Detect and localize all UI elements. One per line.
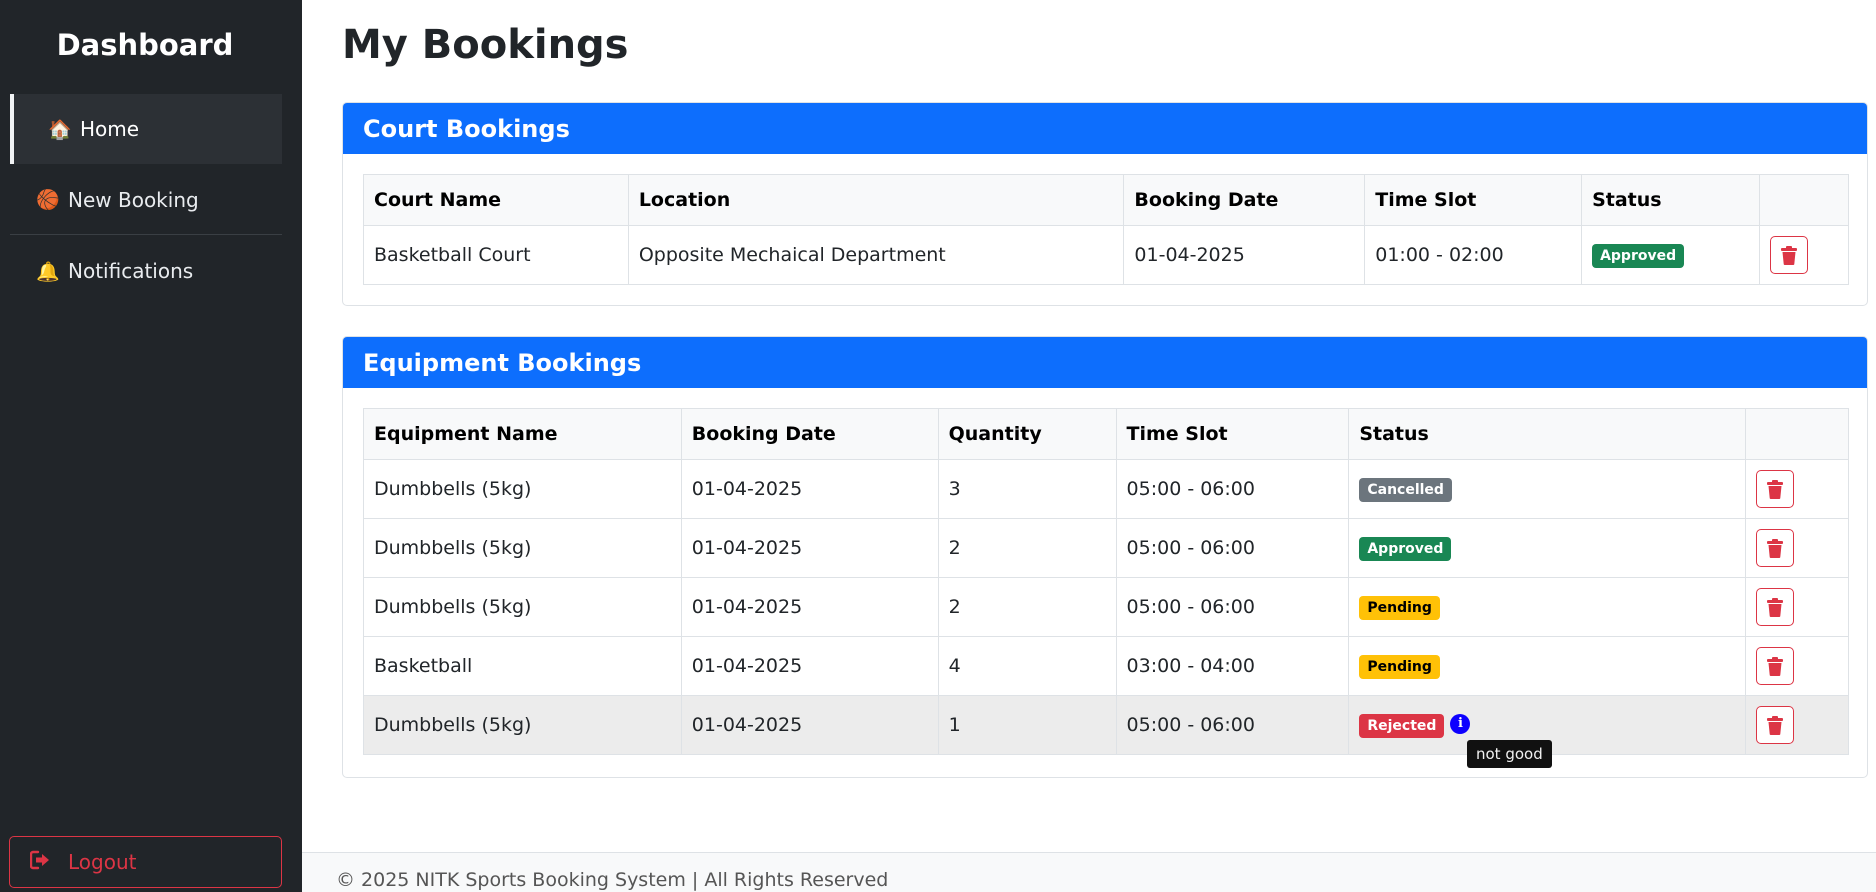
sign-out-icon — [29, 850, 56, 875]
basketball-icon: 🏀 — [36, 189, 60, 211]
status-badge: Cancelled — [1359, 477, 1452, 502]
status-badge: Approved — [1592, 243, 1685, 268]
booking-date-cell: 01-04-2025 — [680, 695, 939, 755]
table-row: Dumbbells (5kg) 01-04-2025 2 05:00 - 06:… — [363, 577, 1849, 637]
delete-button[interactable] — [1770, 236, 1808, 274]
sidebar-item-label: Notifications — [68, 259, 194, 283]
table-header-row: Equipment Name Booking Date Quantity Tim… — [363, 408, 1849, 460]
quantity-cell: 1 — [937, 695, 1117, 755]
equipment-name-cell: Dumbbells (5kg) — [363, 459, 682, 519]
column-header: Status — [1348, 408, 1747, 460]
booking-date-cell: 01-04-2025 — [680, 518, 939, 578]
footer: © 2025 NITK Sports Booking System | All … — [302, 852, 1876, 892]
location-cell: Opposite Mechaical Department — [627, 225, 1125, 285]
quantity-cell: 2 — [937, 577, 1117, 637]
equipment-bookings-card: Equipment Bookings Equipment Name Bookin… — [342, 336, 1868, 778]
trash-icon — [1767, 715, 1784, 735]
delete-button[interactable] — [1756, 588, 1795, 626]
sidebar-item-home[interactable]: 🏠 Home — [10, 94, 282, 164]
trash-icon — [1767, 597, 1784, 617]
logout-label: Logout — [68, 850, 137, 874]
column-header-actions — [1745, 408, 1849, 460]
actions-cell — [1745, 695, 1849, 755]
sidebar: Dashboard 🏠 Home 🏀 New Booking 🔔 Notific… — [0, 0, 302, 892]
status-badge: Approved — [1359, 536, 1452, 561]
column-header: Booking Date — [1123, 174, 1366, 226]
sidebar-title: Dashboard — [56, 28, 234, 62]
trash-icon — [1767, 656, 1784, 676]
court-bookings-header: Court Bookings — [343, 103, 1867, 154]
time-slot-cell: 03:00 - 04:00 — [1115, 636, 1350, 696]
quantity-cell: 2 — [937, 518, 1117, 578]
sidebar-item-notifications[interactable]: 🔔 Notifications — [10, 236, 282, 306]
house-icon: 🏠 — [48, 118, 72, 141]
actions-cell — [1745, 577, 1849, 637]
main-content: My Bookings Court Bookings Court Name Lo… — [302, 0, 1876, 892]
footer-text: © 2025 NITK Sports Booking System | All … — [336, 869, 889, 891]
column-header: Time Slot — [1115, 408, 1350, 460]
status-badge: Rejected — [1359, 713, 1445, 738]
equipment-name-cell: Dumbbells (5kg) — [363, 695, 682, 755]
trash-icon — [1767, 479, 1784, 499]
actions-cell — [1759, 225, 1849, 285]
column-header: Time Slot — [1364, 174, 1583, 226]
equipment-bookings-table: Equipment Name Booking Date Quantity Tim… — [363, 408, 1849, 755]
status-cell: Approved — [1581, 225, 1760, 285]
column-header: Quantity — [937, 408, 1117, 460]
table-header-row: Court Name Location Booking Date Time Sl… — [363, 174, 1849, 226]
booking-date-cell: 01-04-2025 — [680, 636, 939, 696]
actions-cell — [1745, 518, 1849, 578]
booking-date-cell: 01-04-2025 — [680, 459, 939, 519]
booking-date-cell: 01-04-2025 — [680, 577, 939, 637]
status-cell: Pending — [1348, 577, 1747, 637]
bell-icon: 🔔 — [36, 260, 60, 283]
court-name-cell: Basketball Court — [363, 225, 629, 285]
quantity-cell: 3 — [937, 459, 1117, 519]
table-row: Dumbbells (5kg) 01-04-2025 1 05:00 - 06:… — [363, 695, 1849, 755]
table-row: Dumbbells (5kg) 01-04-2025 3 05:00 - 06:… — [363, 459, 1849, 519]
time-slot-cell: 05:00 - 06:00 — [1115, 695, 1350, 755]
column-header: Booking Date — [680, 408, 939, 460]
table-row: Basketball 01-04-2025 4 03:00 - 04:00 Pe… — [363, 636, 1849, 696]
column-header: Status — [1581, 174, 1760, 226]
time-slot-cell: 05:00 - 06:00 — [1115, 459, 1350, 519]
equipment-bookings-header: Equipment Bookings — [343, 337, 1867, 388]
delete-button[interactable] — [1756, 647, 1795, 685]
equipment-name-cell: Dumbbells (5kg) — [363, 577, 682, 637]
court-bookings-card: Court Bookings Court Name Location Booki… — [342, 102, 1868, 306]
column-header: Equipment Name — [363, 408, 682, 460]
court-bookings-table: Court Name Location Booking Date Time Sl… — [363, 174, 1849, 285]
page-title: My Bookings — [342, 22, 629, 68]
booking-date-cell: 01-04-2025 — [1123, 225, 1366, 285]
sidebar-item-label: Home — [80, 117, 140, 141]
delete-button[interactable] — [1756, 529, 1795, 567]
sidebar-item-label: New Booking — [68, 187, 199, 212]
info-icon[interactable]: i — [1450, 714, 1471, 734]
time-slot-cell: 01:00 - 02:00 — [1364, 225, 1583, 285]
actions-cell — [1745, 636, 1849, 696]
delete-button[interactable] — [1756, 470, 1795, 508]
delete-button[interactable] — [1756, 706, 1795, 744]
trash-icon — [1781, 245, 1797, 265]
sidebar-item-new-booking[interactable]: 🏀 New Booking — [10, 165, 282, 235]
status-cell: Pending — [1348, 636, 1747, 696]
table-row: Basketball Court Opposite Mechaical Depa… — [363, 225, 1849, 285]
status-cell: Approved — [1348, 518, 1747, 578]
status-badge: Pending — [1359, 654, 1440, 679]
logout-button[interactable]: Logout — [9, 836, 282, 888]
trash-icon — [1767, 538, 1784, 558]
time-slot-cell: 05:00 - 06:00 — [1115, 518, 1350, 578]
equipment-name-cell: Basketball — [363, 636, 682, 696]
actions-cell — [1745, 459, 1849, 519]
rejection-reason-tooltip: not good — [1467, 740, 1552, 768]
status-cell: Cancelled — [1348, 459, 1747, 519]
equipment-name-cell: Dumbbells (5kg) — [363, 518, 682, 578]
column-header: Court Name — [363, 174, 629, 226]
status-badge: Pending — [1359, 595, 1440, 620]
time-slot-cell: 05:00 - 06:00 — [1115, 577, 1350, 637]
column-header-actions — [1759, 174, 1849, 226]
column-header: Location — [627, 174, 1125, 226]
table-row: Dumbbells (5kg) 01-04-2025 2 05:00 - 06:… — [363, 518, 1849, 578]
quantity-cell: 4 — [937, 636, 1117, 696]
